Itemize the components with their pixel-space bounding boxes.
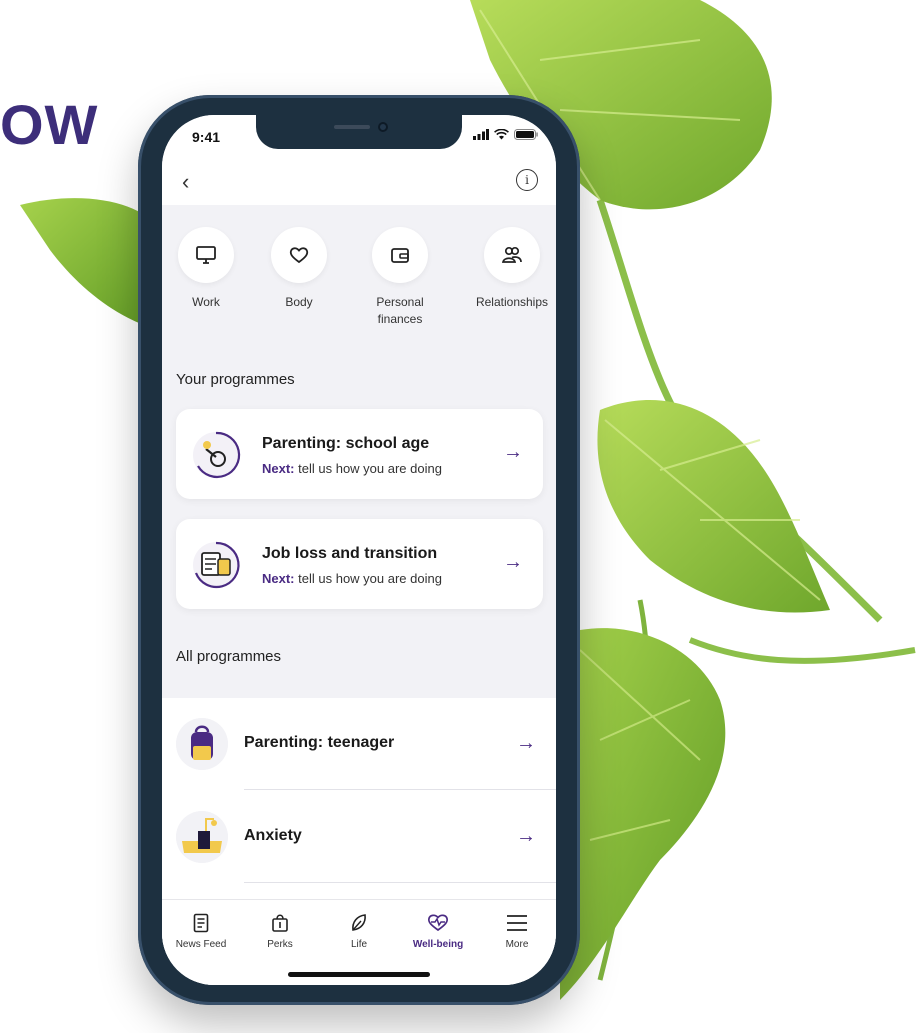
backpack-icon [176,718,228,770]
headline-text: OW [0,93,99,156]
programme-next: Next: tell us how you are doing [262,461,442,476]
people-icon [501,246,522,263]
list-item[interactable]: Anxiety → [162,791,556,883]
category-work[interactable]: Work [162,227,256,311]
menu-icon [507,915,527,931]
category-body[interactable]: Body [249,227,349,311]
speaker [334,125,370,129]
wallet-icon [391,248,409,263]
tab-life[interactable]: Life [320,910,398,950]
category-label: Body [285,295,313,309]
programme-next: Next: tell us how you are doing [262,571,442,586]
phone-notch [256,115,462,149]
divider [244,882,556,883]
info-icon[interactable]: i [516,169,538,191]
nav-bar: ‹ i [162,159,556,205]
heart-icon [289,247,309,264]
lamp-icon [176,811,228,863]
tab-well-being[interactable]: Well-being [399,910,477,950]
divider [244,789,556,790]
phone-screen: 9:41 ‹ i Work Body Personal finances Rel… [162,115,556,985]
heartbeat-icon [427,914,449,932]
category-circle [271,227,327,283]
tab-label: Well-being [412,939,464,950]
next-label: Next: [262,571,295,586]
list-item-title: Anxiety [244,827,302,844]
tab-label: Perks [267,939,293,950]
category-relationships[interactable]: Relationships [462,227,556,311]
list-item-title: Parenting: teenager [244,734,395,751]
newspaper-icon [193,913,209,933]
status-icons [473,129,538,140]
front-camera [378,122,388,132]
gift-bag-icon [272,914,288,932]
progress-ring-icon [193,431,241,479]
tab-news-feed[interactable]: News Feed [162,910,240,950]
programme-title: Parenting: school age [262,435,430,452]
programme-title: Job loss and transition [262,545,438,562]
tab-more[interactable]: More [478,910,556,950]
category-label: Work [192,295,220,309]
next-text: tell us how you are doing [298,461,442,476]
battery-icon [514,129,538,140]
tab-label: Life [350,939,368,950]
next-text: tell us how you are doing [298,571,442,586]
tab-perks[interactable]: Perks [241,910,319,950]
category-personal-finances[interactable]: Personal finances [350,227,450,328]
category-circle [484,227,540,283]
arrow-right-icon[interactable]: → [516,825,536,848]
category-label: Personal finances [376,295,424,326]
signal-icon [473,129,489,140]
leaf-icon [352,914,366,931]
next-label: Next: [262,461,295,476]
your-programmes-title: Your programmes [176,371,295,388]
list-item[interactable]: Parenting: teenager → [162,698,556,790]
category-row: Work Body Personal finances Relationship… [162,227,556,357]
clipboard-icon [193,541,240,589]
category-label: Relationships [475,295,549,309]
arrow-right-icon[interactable]: → [503,551,523,574]
all-programmes-title: All programmes [176,648,282,665]
tab-label: More [505,939,529,950]
arrow-right-icon[interactable]: → [516,732,536,755]
category-circle [178,227,234,283]
tab-label: News Feed [175,939,227,950]
home-indicator [288,972,430,977]
back-chevron-icon[interactable]: ‹ [182,169,189,195]
programme-card[interactable]: Job loss and transition Next: tell us ho… [176,519,543,609]
phone-frame: 9:41 ‹ i Work Body Personal finances Rel… [138,95,580,1005]
arrow-right-icon[interactable]: → [503,441,523,464]
monitor-icon [196,246,216,264]
category-circle [372,227,428,283]
programme-card[interactable]: Parenting: school age Next: tell us how … [176,409,543,499]
wifi-icon [494,129,509,140]
status-time: 9:41 [192,129,221,145]
